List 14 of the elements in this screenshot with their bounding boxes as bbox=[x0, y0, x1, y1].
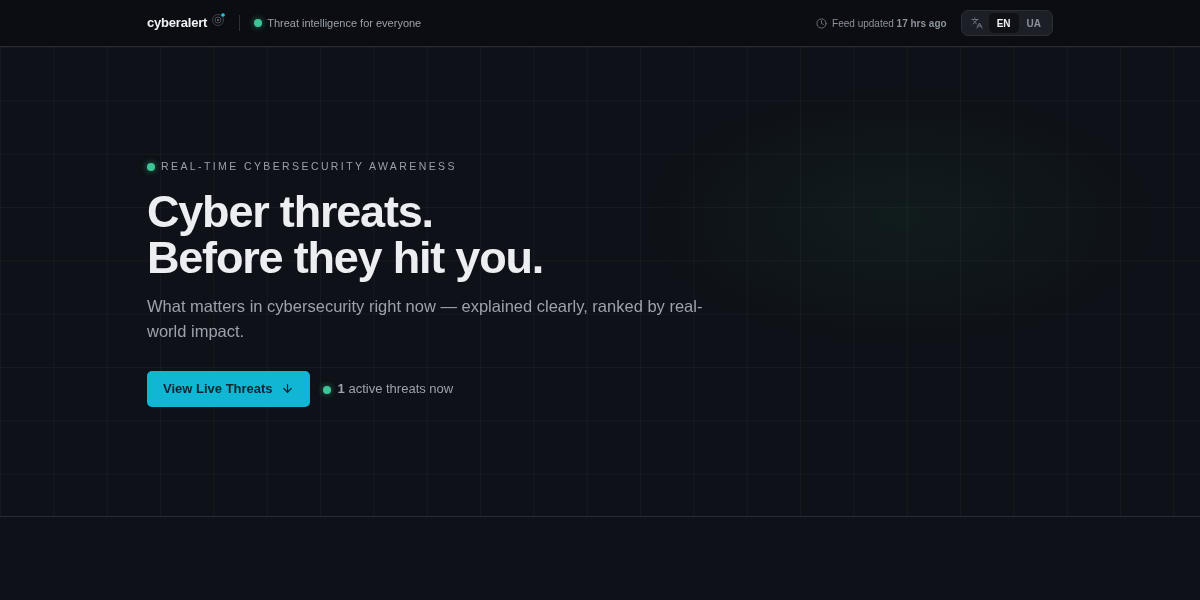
active-threats-count: 1 active threats now bbox=[337, 380, 454, 398]
translate-icon bbox=[970, 17, 983, 29]
tagline: Threat intelligence for everyone bbox=[267, 15, 422, 31]
feed-status: Feed updated 17 hrs ago bbox=[832, 16, 947, 31]
language-option[interactable]: UA bbox=[1018, 13, 1049, 33]
radar-icon bbox=[212, 12, 226, 26]
language-option[interactable]: EN bbox=[988, 13, 1019, 33]
logo-text[interactable]: cyberalert bbox=[147, 13, 208, 33]
view-threats-button[interactable]: View Live Threats bbox=[147, 370, 310, 407]
hero-title: Cyber threats. Before they hit you. bbox=[147, 188, 545, 281]
arrow-down-icon bbox=[280, 382, 294, 396]
hero-subtitle: What matters in cybersecurity right now — explained clearly, ranked by real-world impact. bbox=[147, 295, 704, 342]
eyebrow-label: REAL-TIME CYBERSECURITY AWARENESS bbox=[161, 159, 457, 174]
clock-icon bbox=[816, 17, 828, 29]
